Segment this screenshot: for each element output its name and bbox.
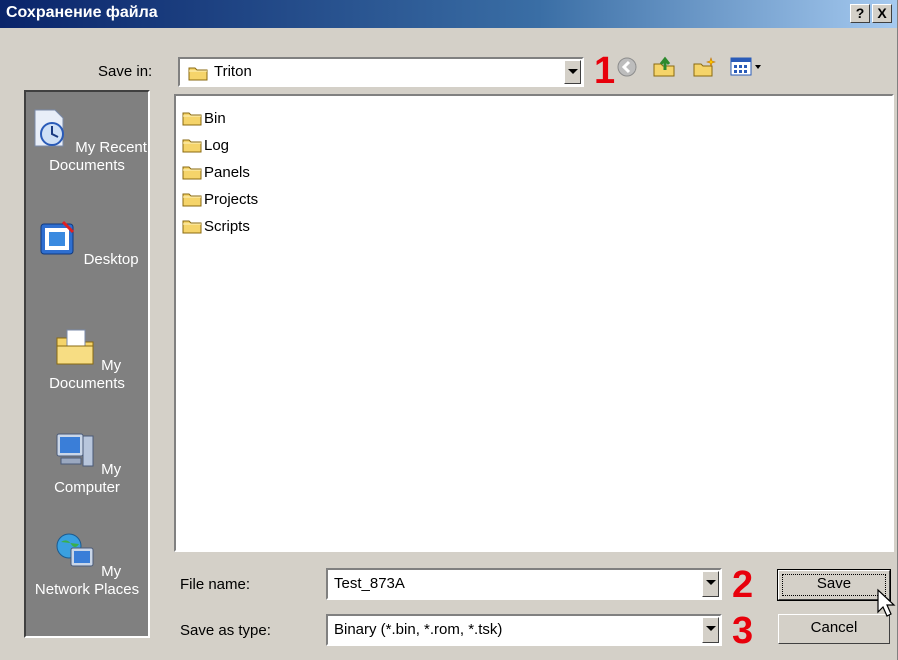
view-menu-icon[interactable]: [730, 56, 766, 78]
folder-name: Log: [204, 136, 230, 154]
back-icon[interactable]: [616, 56, 638, 78]
file-list[interactable]: Bin Log Panels Projects Scripts: [174, 94, 894, 552]
folder-icon: [182, 139, 202, 153]
folder-icon: [182, 220, 202, 234]
folder-icon: [182, 193, 202, 207]
folder-icon: [182, 166, 202, 180]
list-item-folder[interactable]: Scripts: [182, 214, 250, 238]
annotation-marker-3: 3: [732, 610, 754, 652]
focus-ring: [782, 574, 886, 596]
places-bar: My Recent Documents Desktop My Documents: [24, 90, 150, 638]
save-in-value: Triton: [214, 63, 252, 80]
save-as-type-dropdown[interactable]: Binary (*.bin, *.rom, *.tsk): [326, 614, 722, 646]
folder-name: Scripts: [204, 217, 250, 235]
up-one-level-icon[interactable]: [652, 56, 676, 78]
list-item-folder[interactable]: Panels: [182, 160, 250, 184]
title-bar: Сохранение файла ? X: [0, 0, 897, 28]
window-title: Сохранение файла: [6, 4, 158, 21]
file-name-input[interactable]: Test_873A: [326, 568, 722, 600]
place-my-recent-documents[interactable]: My Recent Documents: [26, 106, 148, 175]
file-name-label: File name:: [180, 576, 251, 593]
place-desktop[interactable]: Desktop: [26, 218, 148, 269]
save-file-dialog: Сохранение файла ? X Save in: Triton 1 M…: [0, 0, 898, 660]
list-item-folder[interactable]: Bin: [182, 106, 226, 130]
folder-name: Bin: [204, 109, 226, 127]
place-my-computer[interactable]: My Computer: [26, 428, 148, 497]
save-as-type-dropdown-arrow[interactable]: [702, 617, 719, 643]
my-documents-icon: [56, 329, 94, 365]
place-my-network-places[interactable]: My Network Places: [26, 530, 148, 599]
list-item-folder[interactable]: Log: [182, 133, 229, 157]
folder-name: Projects: [204, 190, 259, 208]
my-computer-icon: [56, 433, 94, 467]
save-button[interactable]: Save: [777, 569, 891, 601]
network-places-icon: [56, 533, 94, 567]
help-button[interactable]: ?: [850, 4, 870, 23]
folder-icon: [188, 67, 208, 81]
place-label: Desktop: [83, 251, 139, 268]
close-button[interactable]: X: [872, 4, 892, 23]
save-as-type-value: Binary (*.bin, *.rom, *.tsk): [334, 621, 503, 638]
place-my-documents[interactable]: My Documents: [26, 324, 148, 393]
desktop-icon: [40, 220, 75, 255]
cancel-button[interactable]: Cancel: [778, 614, 890, 644]
annotation-marker-1: 1: [594, 50, 616, 92]
save-as-type-label: Save as type:: [180, 622, 271, 639]
list-item-folder[interactable]: Projects: [182, 187, 258, 211]
file-name-value: Test_873A: [334, 575, 405, 592]
file-name-dropdown-arrow[interactable]: [702, 571, 719, 597]
recent-documents-icon: [34, 109, 65, 147]
save-in-dropdown[interactable]: Triton: [178, 57, 584, 87]
save-in-label: Save in:: [98, 63, 153, 80]
mouse-cursor-icon: [877, 588, 896, 617]
folder-name: Panels: [204, 163, 250, 181]
annotation-marker-2: 2: [732, 564, 754, 606]
save-in-dropdown-arrow[interactable]: [564, 60, 581, 84]
cancel-button-label: Cancel: [810, 619, 858, 636]
new-folder-icon[interactable]: [692, 56, 716, 78]
folder-icon: [182, 112, 202, 126]
